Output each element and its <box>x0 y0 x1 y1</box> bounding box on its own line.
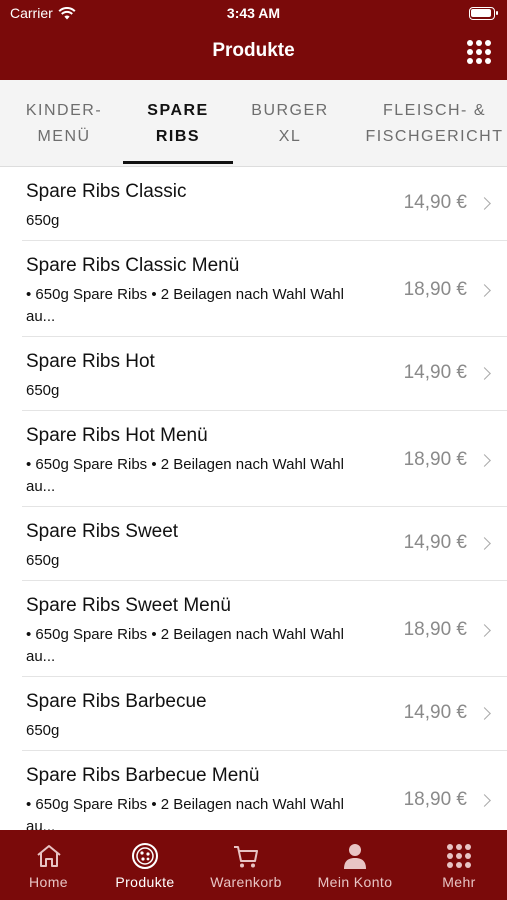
chevron-right-icon <box>478 624 491 637</box>
product-item[interactable]: Spare Ribs Barbecue Menü • 650g Spare Ri… <box>22 751 507 830</box>
tab-burger-xl[interactable]: BURGER XL <box>240 98 340 150</box>
product-description: • 650g Spare Ribs • 2 Beilagen nach Wahl… <box>26 626 344 665</box>
chevron-right-icon <box>478 537 491 550</box>
clock: 3:43 AM <box>226 5 281 21</box>
product-name: Spare Ribs Barbecue Menü <box>26 765 260 786</box>
pizza-icon <box>132 843 158 869</box>
tab-line: FLEISCH- & <box>382 102 486 119</box>
tabbar-item-mehr[interactable]: Mehr <box>411 830 507 900</box>
product-item[interactable]: Spare Ribs Sweet 650g 14,90 € <box>22 507 507 581</box>
product-price: 18,90 € <box>403 279 467 300</box>
bottom-tab-bar: Home Produkte Warenkorb Mein Konto Mehr <box>0 830 507 900</box>
tab-line: SPARE <box>147 102 209 119</box>
product-description: • 650g Spare Ribs • 2 Beilagen nach Wahl… <box>26 796 344 830</box>
chevron-right-icon <box>478 367 491 380</box>
product-name: Spare Ribs Hot <box>26 351 155 372</box>
product-price: 14,90 € <box>403 362 467 383</box>
product-list: Spare Ribs Classic 650g 14,90 € Spare Ri… <box>0 167 507 830</box>
product-price: 18,90 € <box>403 449 467 470</box>
tabbar-label: Home <box>29 874 68 890</box>
product-name: Spare Ribs Classic <box>26 181 187 202</box>
person-icon <box>344 844 366 869</box>
tabbar-label: Produkte <box>115 874 175 890</box>
tab-line: MENÜ <box>37 128 91 145</box>
dot <box>485 58 491 64</box>
chevron-right-icon <box>478 707 491 720</box>
product-description: 650g <box>26 722 60 739</box>
product-item[interactable]: Spare Ribs Classic Menü • 650g Spare Rib… <box>22 241 507 337</box>
status-bar: Carrier 3:43 AM <box>0 0 507 28</box>
tabbar-item-produkte[interactable]: Produkte <box>97 830 193 900</box>
dot <box>485 49 491 55</box>
tabbar-item-home[interactable]: Home <box>0 830 97 900</box>
tabbar-item-warenkorb[interactable]: Warenkorb <box>193 830 299 900</box>
dot <box>485 40 491 46</box>
product-name: Spare Ribs Barbecue <box>26 691 207 712</box>
dot <box>467 40 473 46</box>
tab-line: RIBS <box>155 128 201 145</box>
tabbar-item-mein-konto[interactable]: Mein Konto <box>299 830 411 900</box>
product-name: Spare Ribs Classic Menü <box>26 255 240 276</box>
home-icon <box>36 845 61 867</box>
product-price: 18,90 € <box>403 619 467 640</box>
product-item[interactable]: Spare Ribs Classic 650g 14,90 € <box>22 167 507 241</box>
tab-line: XL <box>278 128 302 145</box>
cart-icon <box>234 846 258 868</box>
battery-icon <box>469 7 498 20</box>
tab-fleisch-fischgericht[interactable]: FLEISCH- & FISCHGERICHT <box>362 98 507 150</box>
chevron-right-icon <box>478 454 491 467</box>
product-description: • 650g Spare Ribs • 2 Beilagen nach Wahl… <box>26 286 344 325</box>
page-title: Produkte <box>212 40 295 61</box>
grid-menu-button[interactable] <box>467 40 491 64</box>
app-header: Carrier 3:43 AM Produkte <box>0 0 507 80</box>
chevron-right-icon <box>478 284 491 297</box>
tabbar-label: Warenkorb <box>210 874 282 890</box>
dot <box>467 58 473 64</box>
product-name: Spare Ribs Sweet Menü <box>26 595 231 616</box>
product-description: • 650g Spare Ribs • 2 Beilagen nach Wahl… <box>26 456 344 495</box>
product-price: 14,90 € <box>403 532 467 553</box>
tab-kinder-menu[interactable]: KINDER- MENÜ <box>18 98 110 150</box>
product-name: Spare Ribs Hot Menü <box>26 425 208 446</box>
dot <box>476 58 482 64</box>
product-price: 18,90 € <box>403 789 467 810</box>
product-description: 650g <box>26 552 60 569</box>
dot <box>467 49 473 55</box>
chevron-right-icon <box>478 794 491 807</box>
active-tab-indicator <box>123 161 233 164</box>
product-item[interactable]: Spare Ribs Hot 650g 14,90 € <box>22 337 507 411</box>
tabbar-label: Mehr <box>442 874 476 890</box>
tab-line: KINDER- <box>25 102 103 119</box>
product-item[interactable]: Spare Ribs Barbecue 650g 14,90 € <box>22 677 507 751</box>
grid-icon <box>447 844 471 868</box>
product-description: 650g <box>26 212 60 229</box>
tab-line: FISCHGERICHT <box>365 128 504 145</box>
product-price: 14,90 € <box>403 702 467 723</box>
category-tabs: KINDER- MENÜ SPARE RIBS BURGER XL FLEISC… <box>0 80 507 167</box>
dot <box>476 49 482 55</box>
product-item[interactable]: Spare Ribs Sweet Menü • 650g Spare Ribs … <box>22 581 507 677</box>
product-name: Spare Ribs Sweet <box>26 521 179 542</box>
tab-spare-ribs[interactable]: SPARE RIBS <box>123 98 233 150</box>
product-item[interactable]: Spare Ribs Hot Menü • 650g Spare Ribs • … <box>22 411 507 507</box>
product-price: 14,90 € <box>403 192 467 213</box>
tab-line: BURGER <box>251 102 329 119</box>
product-description: 650g <box>26 382 60 399</box>
tabbar-label: Mein Konto <box>317 874 393 890</box>
chevron-right-icon <box>478 197 491 210</box>
dot <box>476 40 482 46</box>
